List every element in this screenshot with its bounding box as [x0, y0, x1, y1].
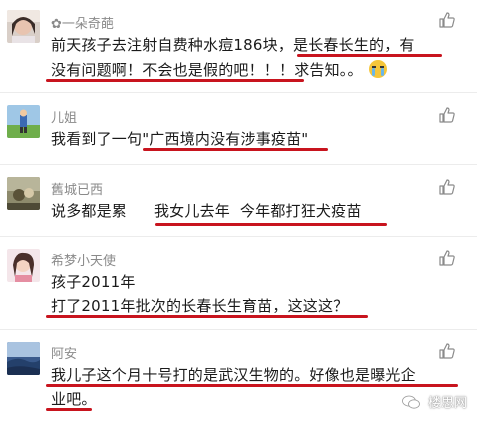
- comment-text: 我看到了一句"广西境内没有涉事疫苗": [51, 130, 309, 148]
- thumbs-up-icon[interactable]: [438, 11, 456, 29]
- highlight-underline: [143, 148, 328, 151]
- comment-line: 说多都是累 我女儿去年 今年都打狂犬疫苗: [51, 200, 362, 221]
- avatar[interactable]: [7, 177, 40, 210]
- crying-face-emoji-icon: [368, 60, 387, 78]
- commenter-name[interactable]: 舊城已西: [51, 179, 103, 198]
- thumbs-up-icon[interactable]: [438, 178, 456, 196]
- highlight-underline: [46, 408, 92, 411]
- comment-text: 我女儿去年 今年都打狂犬疫苗: [153, 202, 362, 220]
- commenter-name[interactable]: 阿安: [51, 343, 77, 362]
- commenter-name[interactable]: 希梦小天使: [51, 250, 116, 269]
- comment-line: 前天孩子去注射自费种水痘186块，是长春长生的，有: [51, 34, 415, 55]
- comment-text: 说多都是累: [51, 202, 128, 220]
- highlight-underline: [155, 223, 387, 226]
- comment-line: 业吧。: [51, 388, 97, 409]
- comment-item-1: ✿一朵奇葩 前天孩子去注射自费种水痘186块，是长春长生的，有 没有问题啊！不会…: [0, 0, 477, 90]
- comment-item-2: 儿姐 我看到了一句"广西境内没有涉事疫苗": [0, 92, 477, 162]
- avatar[interactable]: [7, 342, 40, 375]
- comment-line: 孩子2011年: [51, 271, 136, 292]
- watermark: 楼思网: [401, 392, 467, 411]
- comment-text: 孩子2011年: [51, 273, 136, 291]
- comment-item-3: 舊城已西 说多都是累 我女儿去年 今年都打狂犬疫苗: [0, 164, 477, 236]
- wechat-logo-icon: [401, 395, 420, 409]
- comment-text: 业吧。: [51, 390, 97, 408]
- avatar[interactable]: [7, 249, 40, 282]
- highlight-underline: [46, 384, 458, 387]
- comment-text: 我儿子这个月十号打的是武汉生物的。好像也是曝光企: [51, 366, 416, 384]
- commenter-name[interactable]: ✿一朵奇葩: [51, 13, 114, 32]
- highlight-underline: [46, 315, 368, 318]
- comment-text: 没有问题啊！不会也是假的吧！！！求告知。。: [51, 61, 363, 79]
- avatar[interactable]: [7, 105, 40, 138]
- comment-text: 前天孩子去注射自费种水痘186块，是长春长生的，有: [51, 36, 415, 54]
- highlight-underline: [46, 79, 304, 82]
- thumbs-up-icon[interactable]: [438, 106, 456, 124]
- comment-line: 我看到了一句"广西境内没有涉事疫苗": [51, 128, 308, 149]
- avatar[interactable]: [7, 10, 40, 43]
- comment-text: 打了2011年批次的长春长生育苗，这这这？: [51, 297, 349, 315]
- comment-line: 打了2011年批次的长春长生育苗，这这这？: [51, 295, 348, 316]
- comment-line: 我儿子这个月十号打的是武汉生物的。好像也是曝光企: [51, 364, 416, 385]
- commenter-name[interactable]: 儿姐: [51, 107, 77, 126]
- comment-line: 没有问题啊！不会也是假的吧！！！求告知。。: [51, 59, 387, 80]
- watermark-text: 楼思网: [427, 396, 467, 411]
- highlight-underline: [297, 54, 442, 57]
- thumbs-up-icon[interactable]: [438, 249, 456, 267]
- thumbs-up-icon[interactable]: [438, 342, 456, 360]
- comment-item-4: 希梦小天使 孩子2011年 打了2011年批次的长春长生育苗，这这这？: [0, 236, 477, 328]
